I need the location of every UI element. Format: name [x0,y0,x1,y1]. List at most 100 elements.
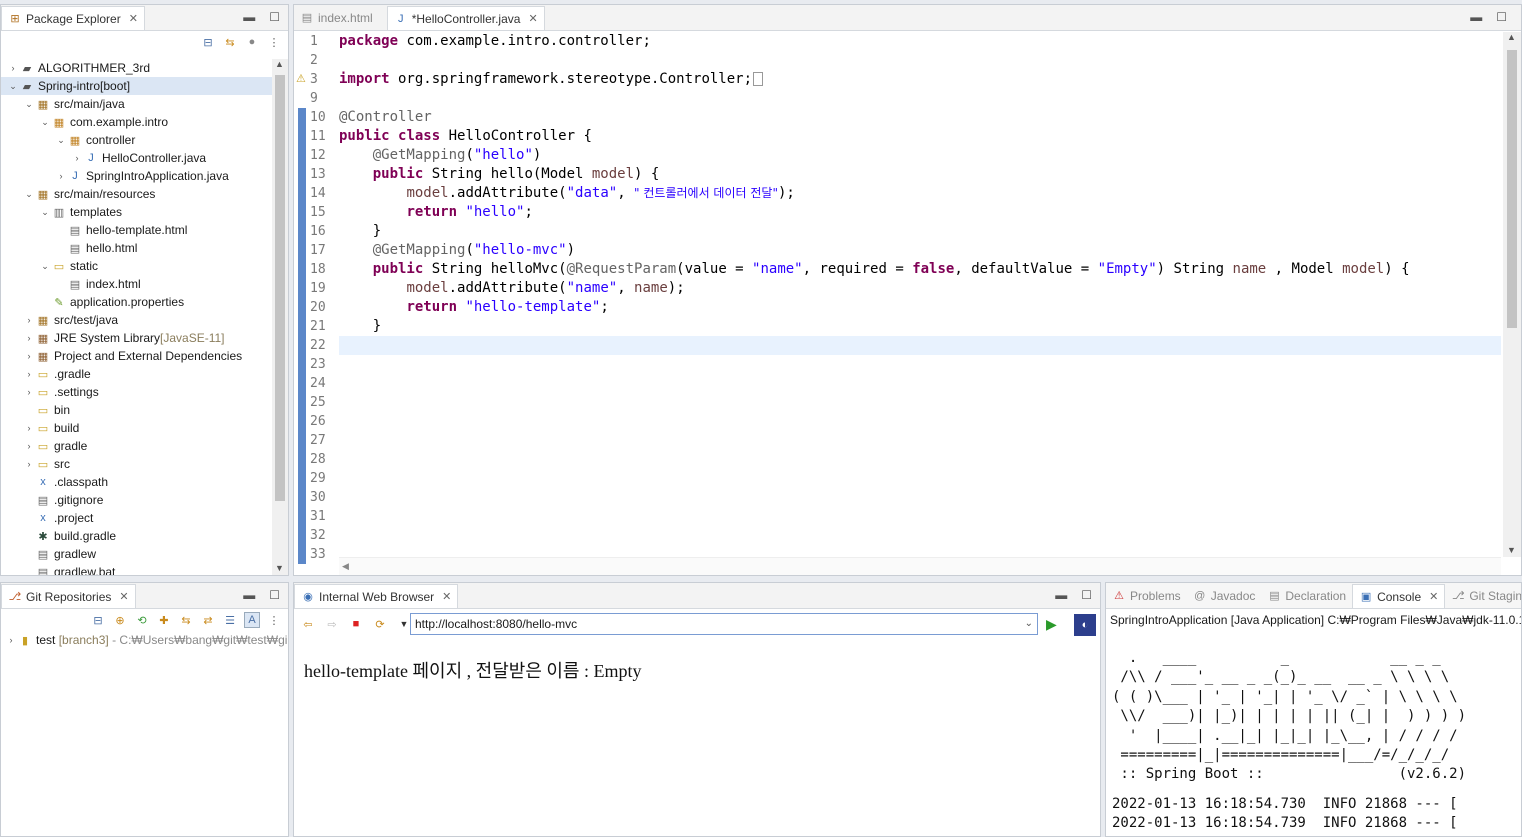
tree-item[interactable]: ▤ hello-template.html [1,221,272,239]
tree-item[interactable]: ▤ .gitignore [1,491,272,509]
expand-icon[interactable]: › [23,441,35,451]
tab-internal-web-browser[interactable]: ◉ Internal Web Browser ✕ [294,584,459,608]
tree-item[interactable]: › ▭ build [1,419,272,437]
close-icon[interactable]: ✕ [119,590,128,603]
create-repo-icon[interactable]: ✚ [156,612,172,628]
tab-git-staging[interactable]: ⎇ Git Staging [1445,584,1521,608]
tree-item[interactable]: ▤ gradlew.bat [1,563,272,575]
expand-icon[interactable]: › [23,351,35,361]
expand-icon[interactable]: ⌄ [23,189,35,200]
close-icon[interactable]: ✕ [528,12,537,25]
url-field[interactable]: http://localhost:8080/hello-mvc ⌄ [410,613,1038,635]
minimize-icon[interactable]: ▬ [1470,10,1482,24]
tree-item[interactable]: ⌄ ▰ Spring-intro [boot] [1,77,272,95]
close-icon[interactable]: ✕ [442,590,451,603]
tab-declaration[interactable]: ▤ Declaration [1261,584,1352,608]
expand-icon[interactable]: › [23,333,35,343]
expand-icon[interactable]: › [23,369,35,379]
tree-scrollbar[interactable]: ▲ ▼ [272,59,288,575]
expand-icon[interactable]: ⌄ [39,207,51,218]
tab-package-explorer[interactable]: ⊞ Package Explorer ✕ [1,6,145,30]
back-icon[interactable]: ⇦ [300,616,316,632]
expand-icon[interactable]: › [23,423,35,433]
tree-item[interactable]: › ▦ JRE System Library [JavaSE-11] [1,329,272,347]
collapse-all-icon[interactable]: ⊟ [90,612,106,628]
tab-problems[interactable]: ⚠ Problems [1106,584,1187,608]
editor-scroll-thumb[interactable] [1507,50,1517,328]
expand-icon[interactable]: › [55,171,67,181]
tree-item[interactable]: › J SpringIntroApplication.java [1,167,272,185]
tree-item[interactable]: ⌄ ▦ src/main/resources [1,185,272,203]
tree-item[interactable]: ▤ gradlew [1,545,272,563]
maximize-icon[interactable]: ☐ [269,10,280,24]
tab-javadoc[interactable]: @ Javadoc [1187,584,1262,608]
expand-icon[interactable]: ⌄ [23,99,35,110]
tree-item[interactable]: x .project [1,509,272,527]
tree-item[interactable]: ⌄ ▭ static [1,257,272,275]
expand-icon[interactable]: ⌄ [39,117,51,128]
tree-item[interactable]: › ▦ Project and External Dependencies [1,347,272,365]
expand-icon[interactable]: › [7,63,19,73]
expand-icon[interactable]: ⌄ [55,135,67,146]
view-menu-icon[interactable]: ⋮ [266,612,282,628]
tab-hello-controller[interactable]: J *HelloController.java ✕ [386,6,545,30]
tree-scroll-thumb[interactable] [275,75,285,501]
folded-import-marker[interactable] [753,72,764,86]
minimize-icon[interactable]: ▬ [243,10,255,24]
minimize-icon[interactable]: ▬ [1055,588,1067,602]
expand-icon[interactable]: ⌄ [7,81,19,92]
editor-hscrollbar[interactable]: ◀ [339,557,1501,575]
forward-icon[interactable]: ⇨ [324,616,340,632]
tree-item[interactable]: ✱ build.gradle [1,527,272,545]
tree-item[interactable]: › J HelloController.java [1,149,272,167]
tab-index-html[interactable]: ▤ index.html [294,6,379,30]
chevron-down-icon[interactable]: ⌄ [1025,614,1033,634]
tree-item[interactable]: ▤ hello.html [1,239,272,257]
expand-icon[interactable]: › [23,459,35,469]
refresh-icon[interactable]: ⇄ [200,612,216,628]
hierarchy-icon[interactable]: ☰ [222,612,238,628]
go-icon[interactable]: ▶ [1046,616,1057,633]
tree-item[interactable]: ▤ index.html [1,275,272,293]
expand-icon[interactable]: › [71,153,83,163]
tree-item[interactable]: › ▭ gradle [1,437,272,455]
tree-item[interactable]: › ▰ ALGORITHMER_3rd [1,59,272,77]
tree-item[interactable]: ⌄ ▦ com.example.intro [1,113,272,131]
refresh-icon[interactable]: ⟳ [372,616,388,632]
expand-icon[interactable]: › [23,315,35,325]
view-menu-icon[interactable]: ⋮ [266,34,282,50]
stop-icon[interactable]: ■ [348,616,364,632]
expand-icon[interactable]: ⌄ [39,261,51,272]
filter-icon[interactable]: ● [244,34,260,50]
maximize-icon[interactable]: ☐ [269,588,280,602]
add-repo-icon[interactable]: ⊕ [112,612,128,628]
expand-icon[interactable]: › [23,387,35,397]
clone-repo-icon[interactable]: ⟲ [134,612,150,628]
tree-item[interactable]: ⌄ ▥ templates [1,203,272,221]
tree-item[interactable]: x .classpath [1,473,272,491]
tab-console[interactable]: ▣ Console ✕ [1352,584,1446,608]
expand-icon[interactable]: › [5,635,17,645]
minimize-icon[interactable]: ▬ [243,588,255,602]
tree-item[interactable]: › ▭ .gradle [1,365,272,383]
git-repo-row[interactable]: › ▮ test [branch3] - C:₩Users₩bang₩git₩t… [1,631,288,649]
tree-item[interactable]: ✎ application.properties [1,293,272,311]
tree-item[interactable]: › ▭ .settings [1,383,272,401]
tree-item[interactable]: ▭ bin [1,401,272,419]
maximize-icon[interactable]: ☐ [1496,10,1507,24]
tree-item[interactable]: › ▭ src [1,455,272,473]
collapse-all-icon[interactable]: ⊟ [200,34,216,50]
eclipse-icon[interactable]: ◐ [1074,614,1096,636]
tree-item[interactable]: › ▦ src/test/java [1,311,272,329]
tab-git-repositories[interactable]: ⎇ Git Repositories ✕ [1,584,136,608]
link-editor-icon[interactable]: ⇆ [178,612,194,628]
close-icon[interactable]: ✕ [129,12,138,25]
code-area[interactable]: package com.example.intro.controller; im… [339,32,1501,355]
tree-item[interactable]: ⌄ ▦ controller [1,131,272,149]
maximize-icon[interactable]: ☐ [1081,588,1092,602]
editor-scrollbar[interactable]: ▲ ▼ [1503,32,1521,557]
tree-item[interactable]: ⌄ ▦ src/main/java [1,95,272,113]
link-editor-icon[interactable]: ⇆ [222,34,238,50]
view-mode-icon[interactable]: A [244,612,260,628]
close-icon[interactable]: ✕ [1429,590,1438,603]
